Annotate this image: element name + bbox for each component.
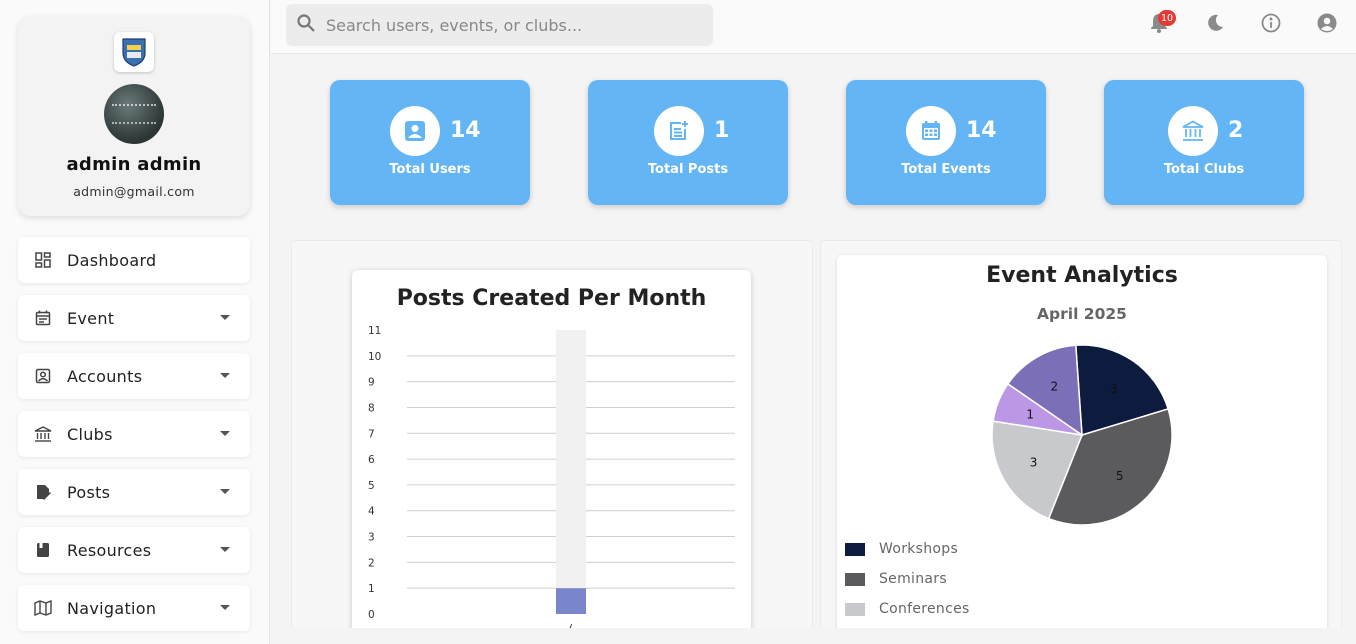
stat-label: Total Events xyxy=(901,162,991,177)
stat-value: 14 xyxy=(450,118,481,143)
notification-badge: 10 xyxy=(1158,10,1177,26)
sidebar-item-posts[interactable]: Posts xyxy=(18,469,250,515)
legend-swatch xyxy=(845,602,865,616)
search-input[interactable] xyxy=(326,15,696,35)
profile-email: admin@gmail.com xyxy=(73,184,195,199)
event-analytics-card: Event Analytics April 2025 35312 Worksho… xyxy=(837,255,1327,635)
stat-card-users[interactable]: 14 Total Users xyxy=(330,80,530,205)
sidebar-item-navigation[interactable]: Navigation xyxy=(18,585,250,631)
navigation-icon xyxy=(34,599,52,617)
users-icon xyxy=(390,106,440,156)
stat-label: Total Posts xyxy=(647,162,729,177)
search-box xyxy=(286,4,713,46)
stat-value: 2 xyxy=(1228,118,1244,143)
y-tick-label: 7 xyxy=(368,428,375,440)
stat-card-clubs[interactable]: 2 Total Clubs xyxy=(1104,80,1304,205)
sidebar-item-label: Resources xyxy=(67,540,152,560)
post-add-icon xyxy=(654,106,704,156)
pie-slice-label: 5 xyxy=(1116,469,1124,483)
y-tick-label: 6 xyxy=(368,454,375,466)
legend-label: Workshops xyxy=(879,541,959,557)
resources-icon xyxy=(34,541,52,559)
y-tick-label: 1 xyxy=(368,583,375,595)
legend-swatch xyxy=(845,542,865,556)
moon-icon xyxy=(1205,13,1225,37)
chevron-down-icon xyxy=(220,489,230,494)
calendar-icon xyxy=(906,106,956,156)
topbar: 10 xyxy=(271,0,1356,54)
chevron-down-icon xyxy=(220,605,230,610)
account-circle-icon xyxy=(1317,13,1337,37)
sidebar-item-label: Clubs xyxy=(67,424,113,444)
legend-item[interactable]: Conferences xyxy=(845,601,970,617)
chevron-down-icon xyxy=(220,547,230,552)
sidebar-item-label: Dashboard xyxy=(67,250,157,270)
y-tick-label: 0 xyxy=(368,609,375,621)
posts-bar-chart: 01234567891011( xyxy=(368,325,735,635)
sidebar-item-clubs[interactable]: Clubs xyxy=(18,411,250,457)
sidebar-item-label: Navigation xyxy=(67,598,157,618)
y-tick-label: 9 xyxy=(368,377,375,389)
sidebar-item-label: Event xyxy=(67,308,115,328)
sidebar: admin admin admin@gmail.com Dashboard Ev… xyxy=(0,0,270,644)
clubs-icon xyxy=(34,425,52,443)
posts-chart-card: Posts Created Per Month 01234567891011( xyxy=(352,270,751,640)
bar-track xyxy=(556,330,586,614)
y-tick-label: 4 xyxy=(368,506,375,518)
stat-card-posts[interactable]: 1 Total Posts xyxy=(588,80,788,205)
y-tick-label: 3 xyxy=(368,532,375,544)
theme-toggle-button[interactable] xyxy=(1204,14,1226,36)
legend-item[interactable]: Seminars xyxy=(845,571,947,587)
dashboard-icon xyxy=(34,251,52,269)
info-button[interactable] xyxy=(1260,13,1282,37)
notification-button[interactable]: 10 xyxy=(1148,10,1177,36)
stat-label: Total Users xyxy=(389,162,471,177)
profile-card: admin admin admin@gmail.com xyxy=(18,16,250,216)
posts-icon xyxy=(34,483,52,501)
pie-slice-label: 3 xyxy=(1030,456,1038,470)
y-tick-label: 11 xyxy=(368,325,381,337)
bar xyxy=(556,588,586,614)
sidebar-item-event[interactable]: Event xyxy=(18,295,250,341)
y-tick-label: 10 xyxy=(368,351,381,363)
legend-swatch xyxy=(845,572,865,586)
stat-label: Total Clubs xyxy=(1163,162,1245,177)
stat-value: 14 xyxy=(966,118,997,143)
sidebar-item-label: Accounts xyxy=(67,366,143,386)
chevron-down-icon xyxy=(220,373,230,378)
y-tick-label: 5 xyxy=(368,480,375,492)
sidebar-item-accounts[interactable]: Accounts xyxy=(18,353,250,399)
chevron-down-icon xyxy=(220,315,230,320)
org-logo xyxy=(114,32,154,72)
account-button[interactable] xyxy=(1316,13,1338,37)
search-icon xyxy=(296,13,316,37)
legend-item[interactable]: Workshops xyxy=(845,541,958,557)
profile-name: admin admin xyxy=(66,154,202,175)
y-tick-label: 2 xyxy=(368,557,375,569)
pie-slice-label: 2 xyxy=(1051,380,1059,394)
pie-slice-label: 1 xyxy=(1026,407,1034,421)
legend-label: Conferences xyxy=(879,601,970,617)
event-icon xyxy=(34,309,52,327)
chevron-down-icon xyxy=(220,431,230,436)
sidebar-item-dashboard[interactable]: Dashboard xyxy=(18,237,250,283)
sidebar-item-label: Posts xyxy=(67,482,111,502)
sidebar-item-resources[interactable]: Resources xyxy=(18,527,250,573)
bank-icon xyxy=(1168,106,1218,156)
y-tick-label: 8 xyxy=(368,402,375,414)
pie-slice-label: 3 xyxy=(1110,382,1118,396)
avatar[interactable] xyxy=(104,84,164,144)
page-bottom-edge xyxy=(271,628,1356,644)
stat-value: 1 xyxy=(714,118,730,143)
stat-card-events[interactable]: 14 Total Events xyxy=(846,80,1046,205)
info-icon xyxy=(1261,13,1281,37)
accounts-icon xyxy=(34,367,52,385)
legend-label: Seminars xyxy=(879,571,947,587)
